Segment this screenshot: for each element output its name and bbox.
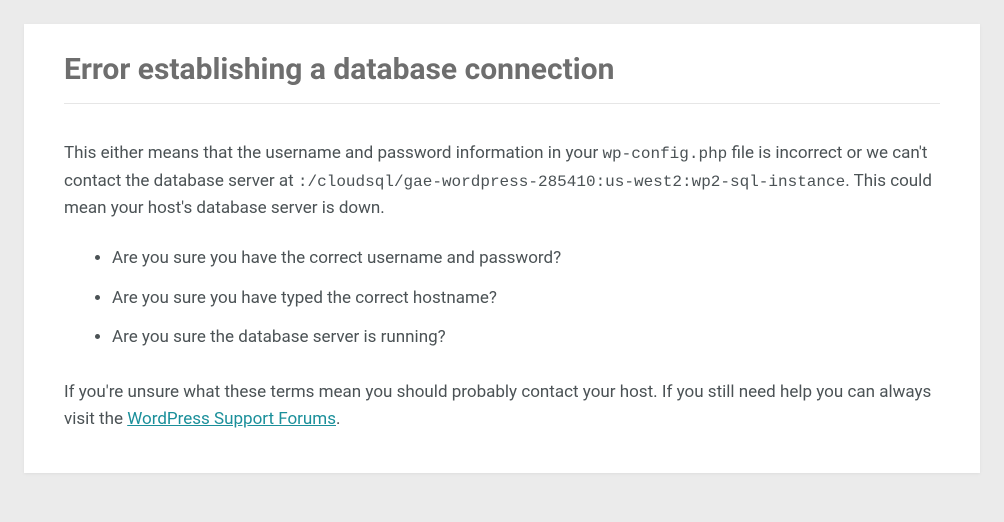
intro-text-1: This either means that the username and … (64, 143, 602, 163)
error-heading: Error establishing a database connection (64, 52, 940, 104)
error-card: Error establishing a database connection… (24, 24, 980, 473)
outro-text-2: . (336, 409, 340, 429)
config-file-code: wp-config.php (602, 145, 727, 163)
list-item: Are you sure you have the correct userna… (112, 246, 940, 272)
outro-paragraph: If you're unsure what these terms mean y… (64, 379, 940, 433)
list-item: Are you sure you have typed the correct … (112, 286, 940, 312)
intro-paragraph: This either means that the username and … (64, 140, 940, 222)
db-hostname-code: :/cloudsql/gae-wordpress-285410:us-west2… (298, 173, 845, 191)
list-item: Are you sure the database server is runn… (112, 325, 940, 351)
checklist: Are you sure you have the correct userna… (64, 246, 940, 351)
support-forums-link[interactable]: WordPress Support Forums (127, 409, 336, 429)
